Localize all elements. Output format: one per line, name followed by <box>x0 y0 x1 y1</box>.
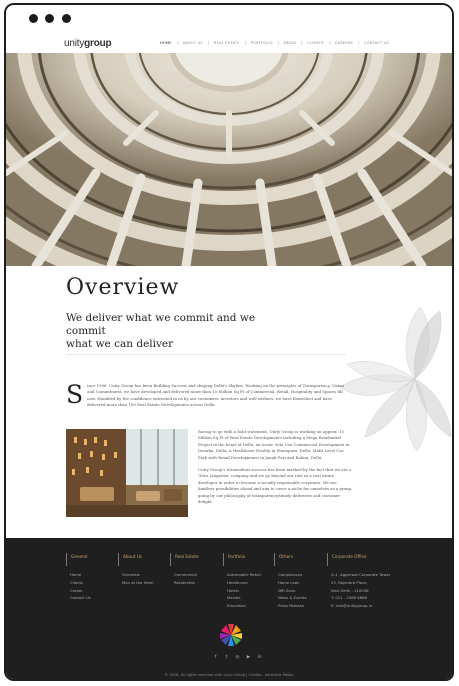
footer-links: G-1, Aggarwal Corporate Tower 23, Rajendr… <box>327 571 390 610</box>
footer-link[interactable]: News & Events <box>278 594 307 602</box>
instagram-icon[interactable]: ◎ <box>235 655 240 660</box>
intro-paragraph: Since 1996, Unity Group has been Buildin… <box>66 380 351 409</box>
facebook-icon[interactable]: f <box>213 655 218 660</box>
nav-item-real-estate[interactable]: REAL ESTATE <box>209 41 246 45</box>
browser-title-bar <box>6 5 452 36</box>
nav-item-media[interactable]: MEDIA <box>279 41 303 45</box>
footer-link[interactable]: Automobile Retail <box>227 571 261 579</box>
tagline-line-2: what we can deliver <box>66 338 174 350</box>
footer-column: Real Estate Commercial Residential <box>170 553 199 587</box>
footer-links: Overview Man at the Helm <box>118 571 154 587</box>
twitter-icon[interactable]: t <box>224 655 229 660</box>
footer-links: Commercial Residential <box>170 571 199 587</box>
youtube-icon[interactable]: ▶ <box>246 655 251 660</box>
footer-link[interactable]: Mandis <box>227 594 261 602</box>
footer-link[interactable]: Residential <box>174 579 199 587</box>
body-text-column: Raring to go with a bold statement, Unit… <box>198 429 353 511</box>
footer-link[interactable]: Education <box>227 602 261 610</box>
window-dot-2[interactable] <box>45 14 54 23</box>
footer-link[interactable]: Healthcare <box>227 579 261 587</box>
lobby-image <box>66 429 188 517</box>
footer-link[interactable]: Compliances <box>278 571 307 579</box>
footer-link[interactable]: Man at the Helm <box>122 579 154 587</box>
window-dot-1[interactable] <box>29 14 38 23</box>
footer-link[interactable]: Commercial <box>174 571 199 579</box>
copyright-text: © 2016, All rights reserved with Unity G… <box>164 673 294 677</box>
hero-image <box>6 53 452 266</box>
footer-column: Portfolio Automobile Retail Healthcare Hote… <box>223 553 261 610</box>
site-logo[interactable]: unitygroup <box>64 38 112 49</box>
browser-window: unitygroup HOME ABOUT US REAL ESTATE PORTFO… <box>4 3 454 681</box>
footer-column-heading: General <box>66 553 91 566</box>
footer-column: Others Compliances Home Loan NRI Zone News &… <box>274 553 307 610</box>
footer-link[interactable]: Hotels <box>227 587 261 595</box>
footer-column: Corporate Office G-1, Aggarwal Corporate … <box>327 553 390 610</box>
footer-link[interactable]: Press Release <box>278 602 307 610</box>
footer-links: Compliances Home Loan NRI Zone News & Event… <box>274 571 307 610</box>
intro-text: ince 1996, Unity Group has been Building… <box>87 383 344 408</box>
page-title: Overview <box>66 275 180 300</box>
footer-links: Home Clients Career Contact Us <box>66 571 91 602</box>
footer-column: General Home Clients Career Contact Us <box>66 553 91 602</box>
footer-link: T: 011 - 2586 8888 <box>331 595 367 601</box>
window-dot-3[interactable] <box>62 14 71 23</box>
footer-column-heading: Others <box>274 553 307 566</box>
drop-cap: S <box>66 380 84 409</box>
decorative-flower-icon <box>339 306 452 452</box>
footer-column-heading: Real Estate <box>170 553 199 566</box>
nav-item-about-us[interactable]: ABOUT US <box>178 41 209 45</box>
body-paragraph-3: Unity Group's tremendous success has bee… <box>198 467 353 505</box>
section-divider <box>66 354 346 355</box>
site-header: unitygroup HOME ABOUT US REAL ESTATE PORTFO… <box>6 34 452 54</box>
footer-link: E: info@unitygroup.in <box>331 603 373 609</box>
main-nav: HOME ABOUT US REAL ESTATE PORTFOLIO MEDIA CLI… <box>155 41 394 45</box>
nav-item-portfolio[interactable]: PORTFOLIO <box>246 41 279 45</box>
footer-link[interactable]: NRI Zone <box>278 587 307 595</box>
body-paragraph-2: Raring to go with a bold statement, Unit… <box>198 429 350 460</box>
nav-item-home[interactable]: HOME <box>155 41 178 45</box>
site-footer: f t ◎ ▶ in © 2016, All rights reserved with … <box>6 538 452 679</box>
footer-link[interactable]: Home Loan <box>278 579 307 587</box>
footer-column-heading: About Us <box>118 553 154 566</box>
footer-link: New Delhi - 110008 <box>331 587 369 593</box>
footer-logo-flower-icon[interactable] <box>219 623 243 647</box>
footer-column-heading: Corporate Office <box>327 553 390 566</box>
footer-link[interactable]: Overview <box>122 571 154 579</box>
footer-column: About Us Overview Man at the Helm <box>118 553 154 587</box>
footer-link[interactable]: Contact Us <box>70 594 91 602</box>
nav-item-clients[interactable]: CLIENTS <box>302 41 330 45</box>
tagline: We deliver what we commit and we commit … <box>66 312 296 351</box>
nav-item-careers[interactable]: CAREERS <box>330 41 359 45</box>
footer-link: G-1, Aggarwal Corporate Tower <box>331 572 391 577</box>
tagline-line-1: We deliver what we commit and we commit <box>66 312 256 337</box>
atrium-photo <box>6 53 452 266</box>
footer-link[interactable]: Career <box>70 587 91 595</box>
footer-link[interactable]: Clients <box>70 579 91 587</box>
linkedin-icon[interactable]: in <box>257 655 262 660</box>
footer-links: Automobile Retail Healthcare Hotels Mandis E… <box>223 571 261 610</box>
footer-link: 23, Rajendra Place, <box>331 579 368 585</box>
social-links: f t ◎ ▶ in <box>213 655 262 660</box>
nav-item-contact-us[interactable]: CONTACT US <box>359 41 394 45</box>
footer-link[interactable]: Home <box>70 571 91 579</box>
lobby-photo <box>66 429 188 517</box>
footer-column-heading: Portfolio <box>223 553 261 566</box>
